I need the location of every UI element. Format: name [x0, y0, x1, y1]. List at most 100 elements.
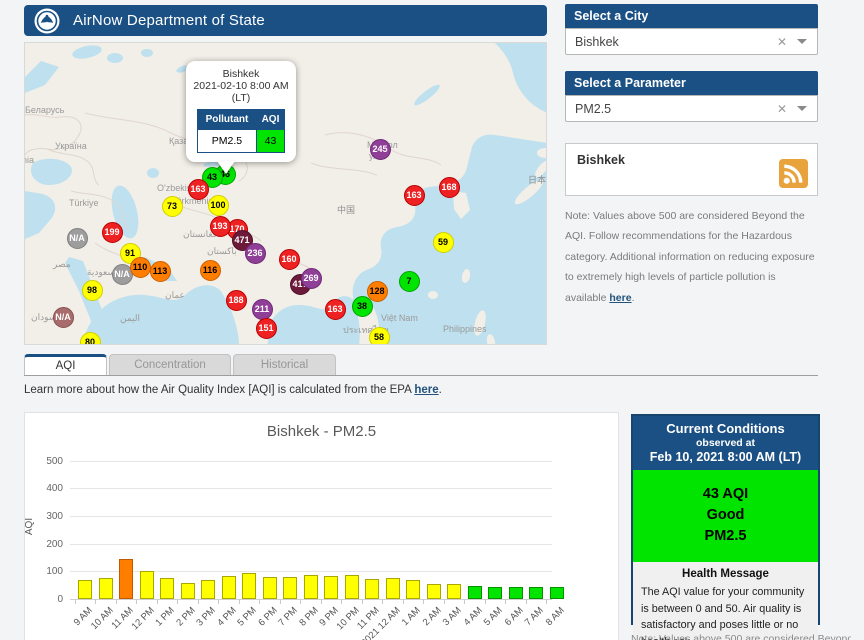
aqi-map-marker[interactable]: 151 — [256, 318, 277, 339]
chart-x-tick — [280, 599, 281, 604]
parameter-select[interactable]: PM2.5 ✕ — [565, 95, 818, 122]
chart-bar[interactable] — [222, 576, 236, 599]
parameter-dropdown-caret-icon[interactable] — [797, 106, 807, 111]
learn-suffix: . — [439, 384, 442, 396]
aqi-map-marker[interactable]: N/A — [67, 228, 88, 249]
beyond-aqi-note: Note: Values above 500 are considered Be… — [565, 206, 820, 308]
chart-bar[interactable] — [345, 575, 359, 599]
tooltip-pollutant-header: Pollutant — [198, 110, 257, 130]
aqi-map-marker[interactable]: 236 — [245, 243, 266, 264]
map-country-label: اليمن — [120, 313, 140, 324]
aqi-map-marker[interactable]: 7 — [399, 271, 420, 292]
chart-bar[interactable] — [509, 587, 523, 599]
aqi-map-marker[interactable]: 100 — [208, 195, 229, 216]
aqi-map-marker[interactable]: 199 — [102, 222, 123, 243]
chart-bar[interactable] — [324, 576, 338, 599]
aqi-learn-more-text: Learn more about how the Air Quality Ind… — [24, 384, 442, 396]
app-header: AirNow Department of State — [24, 5, 547, 36]
chart-x-tick — [485, 599, 486, 604]
chart-bar[interactable] — [201, 580, 215, 599]
chart-x-tick — [136, 599, 137, 604]
chart-bar[interactable] — [160, 578, 174, 599]
aqi-map-marker[interactable]: 116 — [200, 260, 221, 281]
chart-bar[interactable] — [468, 586, 482, 599]
aqi-value-box: 43 AQI Good PM2.5 — [633, 470, 818, 562]
rss-feed-icon[interactable] — [779, 159, 808, 188]
chart-bar[interactable] — [406, 580, 420, 599]
chart-x-tick — [341, 599, 342, 604]
chart-bar[interactable] — [386, 578, 400, 599]
chart-x-tick — [526, 599, 527, 604]
note-here-link[interactable]: here — [609, 292, 631, 304]
aqi-map-marker[interactable]: 38 — [352, 296, 373, 317]
aqi-map-marker[interactable]: 269 — [301, 268, 322, 289]
aqi-map[interactable]: БеларусьУкраїнаâniaҚазақстанO'zbekistonT… — [24, 42, 547, 345]
aqi-category: Good — [633, 505, 818, 526]
chart-bar[interactable] — [242, 573, 256, 599]
chart-bar[interactable] — [78, 580, 92, 599]
chart-gridline — [70, 488, 552, 489]
chart-x-tick — [95, 599, 96, 604]
aqi-map-marker[interactable]: 193 — [210, 216, 231, 237]
chart-bar[interactable] — [263, 577, 277, 599]
aqi-map-marker[interactable]: N/A — [53, 307, 74, 328]
tab-historical[interactable]: Historical — [233, 354, 336, 375]
aqi-map-marker[interactable]: 163 — [188, 179, 209, 200]
chart-bar[interactable] — [99, 578, 113, 599]
city-select[interactable]: Bishkek ✕ — [565, 28, 818, 55]
aqi-map-marker[interactable]: 168 — [439, 177, 460, 198]
chart-x-tick — [239, 599, 240, 604]
tab-concentration[interactable]: Concentration — [109, 354, 231, 375]
chart-bar[interactable] — [119, 559, 133, 599]
aqi-map-marker[interactable]: 160 — [279, 249, 300, 270]
chart-bar[interactable] — [140, 571, 154, 599]
tooltip-datetime: 2021-02-10 8:00 AM — [192, 80, 290, 92]
aqi-map-marker[interactable]: 58 — [369, 327, 390, 346]
chart-gridline — [70, 516, 552, 517]
aqi-map-marker[interactable]: 163 — [325, 299, 346, 320]
aqi-map-marker[interactable]: 211 — [252, 299, 273, 320]
city-select-value: Bishkek — [575, 35, 619, 49]
chart-bar[interactable] — [488, 587, 502, 599]
current-conditions-header: Current Conditions observed at Feb 10, 2… — [633, 416, 818, 470]
tooltip-pollutant-value: PM2.5 — [198, 130, 257, 153]
aqi-map-marker[interactable]: 59 — [433, 232, 454, 253]
chart-y-tick-label: 200 — [35, 539, 63, 550]
chart-y-tick-label: 400 — [35, 483, 63, 494]
chart-bar[interactable] — [283, 577, 297, 599]
aqi-map-marker[interactable]: 110 — [130, 257, 151, 278]
aqi-map-marker[interactable]: 113 — [150, 261, 171, 282]
chart-x-tick — [218, 599, 219, 604]
aqi-map-marker[interactable]: 98 — [82, 280, 103, 301]
aqi-map-marker[interactable]: 188 — [226, 290, 247, 311]
parameter-clear-icon[interactable]: ✕ — [777, 102, 787, 116]
note-text: Note: Values above 500 are considered Be… — [565, 210, 815, 304]
chart-gridline — [70, 461, 552, 462]
city-dropdown-caret-icon[interactable] — [797, 39, 807, 44]
map-tooltip: Bishkek 2021-02-10 8:00 AM (LT) Pollutan… — [186, 61, 296, 162]
chart-bar[interactable] — [181, 583, 195, 599]
aqi-pollutant: PM2.5 — [633, 526, 818, 547]
chart-x-tick — [464, 599, 465, 604]
tooltip-timezone: (LT) — [192, 92, 290, 104]
chart-bar[interactable] — [550, 587, 564, 599]
city-clear-icon[interactable]: ✕ — [777, 35, 787, 49]
aqi-map-marker[interactable]: 73 — [162, 196, 183, 217]
observed-datetime: Feb 10, 2021 8:00 AM (LT) — [635, 450, 816, 464]
aqi-map-marker[interactable]: 245 — [370, 139, 391, 160]
aqi-map-marker[interactable]: 163 — [404, 185, 425, 206]
chart-gridline — [70, 599, 552, 600]
chart-bar[interactable] — [529, 587, 543, 599]
map-country-label: Philippines — [443, 324, 487, 334]
page-title: AirNow Department of State — [73, 12, 265, 29]
tooltip-aqi-value: 43 — [256, 130, 284, 153]
map-view-tabs: AQI Concentration Historical — [24, 354, 338, 375]
chart-bar[interactable] — [365, 579, 379, 599]
state-department-seal-icon — [34, 8, 60, 34]
epa-here-link[interactable]: here — [414, 384, 438, 396]
tab-aqi[interactable]: AQI — [24, 354, 107, 375]
tooltip-aqi-header: AQI — [256, 110, 284, 130]
chart-bar[interactable] — [447, 584, 461, 599]
chart-bar[interactable] — [427, 584, 441, 599]
chart-bar[interactable] — [304, 575, 318, 599]
